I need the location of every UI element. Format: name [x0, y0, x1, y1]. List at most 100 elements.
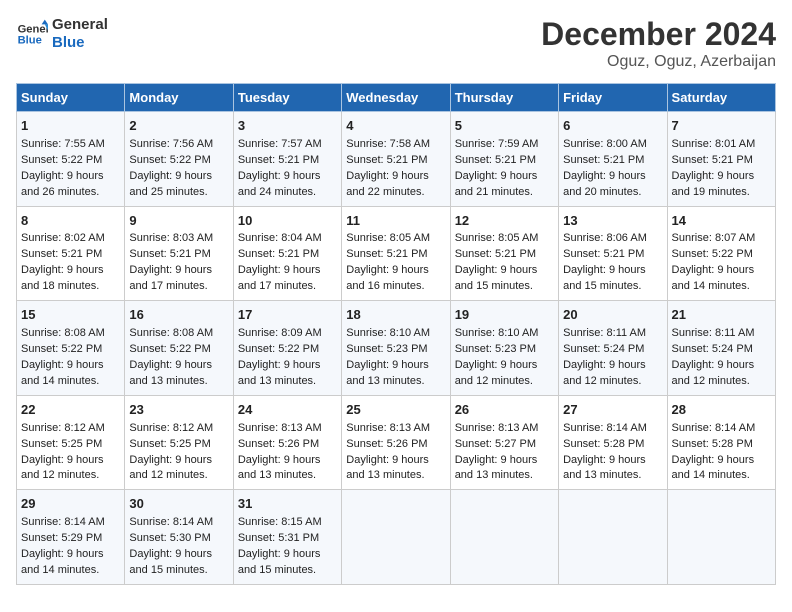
- sunset-label: Sunset: 5:25 PM: [21, 438, 102, 450]
- day-number: 21: [672, 306, 771, 325]
- sunset-label: Sunset: 5:21 PM: [129, 248, 210, 260]
- calendar-title: December 2024: [541, 16, 776, 53]
- day-number: 24: [238, 401, 337, 420]
- day-cell-9: 9Sunrise: 8:03 AMSunset: 5:21 PMDaylight…: [125, 206, 233, 301]
- day-number: 9: [129, 212, 228, 231]
- daylight-label: Daylight: 9 hours and 13 minutes.: [238, 359, 321, 387]
- day-cell-23: 23Sunrise: 8:12 AMSunset: 5:25 PMDayligh…: [125, 395, 233, 490]
- col-friday: Friday: [559, 84, 667, 112]
- daylight-label: Daylight: 9 hours and 14 minutes.: [21, 548, 104, 576]
- daylight-label: Daylight: 9 hours and 19 minutes.: [672, 170, 755, 198]
- day-number: 19: [455, 306, 554, 325]
- day-number: 17: [238, 306, 337, 325]
- sunset-label: Sunset: 5:21 PM: [238, 248, 319, 260]
- sunrise-label: Sunrise: 8:12 AM: [21, 422, 105, 434]
- sunset-label: Sunset: 5:21 PM: [672, 154, 753, 166]
- daylight-label: Daylight: 9 hours and 13 minutes.: [238, 454, 321, 482]
- daylight-label: Daylight: 9 hours and 13 minutes.: [563, 454, 646, 482]
- day-number: 8: [21, 212, 120, 231]
- sunset-label: Sunset: 5:26 PM: [238, 438, 319, 450]
- daylight-label: Daylight: 9 hours and 25 minutes.: [129, 170, 212, 198]
- sunrise-label: Sunrise: 8:15 AM: [238, 516, 322, 528]
- sunset-label: Sunset: 5:24 PM: [563, 343, 644, 355]
- calendar-table: Sunday Monday Tuesday Wednesday Thursday…: [16, 83, 776, 585]
- daylight-label: Daylight: 9 hours and 15 minutes.: [563, 264, 646, 292]
- daylight-label: Daylight: 9 hours and 22 minutes.: [346, 170, 429, 198]
- sunrise-label: Sunrise: 8:07 AM: [672, 232, 756, 244]
- day-number: 23: [129, 401, 228, 420]
- day-number: 2: [129, 117, 228, 136]
- day-cell-30: 30Sunrise: 8:14 AMSunset: 5:30 PMDayligh…: [125, 490, 233, 585]
- daylight-label: Daylight: 9 hours and 18 minutes.: [21, 264, 104, 292]
- day-number: 16: [129, 306, 228, 325]
- daylight-label: Daylight: 9 hours and 12 minutes.: [129, 454, 212, 482]
- col-sunday: Sunday: [17, 84, 125, 112]
- logo: General Blue General Blue: [16, 16, 108, 52]
- header-row: Sunday Monday Tuesday Wednesday Thursday…: [17, 84, 776, 112]
- sunset-label: Sunset: 5:21 PM: [563, 248, 644, 260]
- daylight-label: Daylight: 9 hours and 26 minutes.: [21, 170, 104, 198]
- calendar-body: 1 Sunrise: 7:55 AM Sunset: 5:22 PM Daylight…: [17, 112, 776, 585]
- empty-cell: [667, 490, 775, 585]
- col-thursday: Thursday: [450, 84, 558, 112]
- daylight-label: Daylight: 9 hours and 15 minutes.: [129, 548, 212, 576]
- sunrise-label: Sunrise: 8:02 AM: [21, 232, 105, 244]
- day-number: 22: [21, 401, 120, 420]
- sunrise-label: Sunrise: 7:55 AM: [21, 138, 105, 150]
- col-tuesday: Tuesday: [233, 84, 341, 112]
- day-number: 29: [21, 495, 120, 514]
- day-number: 20: [563, 306, 662, 325]
- sunrise-label: Sunrise: 8:11 AM: [672, 327, 755, 339]
- day-number: 12: [455, 212, 554, 231]
- daylight-label: Daylight: 9 hours and 16 minutes.: [346, 264, 429, 292]
- sunrise-label: Sunrise: 8:10 AM: [455, 327, 539, 339]
- daylight-label: Daylight: 9 hours and 12 minutes.: [563, 359, 646, 387]
- sunset-label: Sunset: 5:25 PM: [129, 438, 210, 450]
- sunset-label: Sunset: 5:21 PM: [563, 154, 644, 166]
- day-cell-15: 15Sunrise: 8:08 AMSunset: 5:22 PMDayligh…: [17, 301, 125, 396]
- sunset-label: Sunset: 5:22 PM: [21, 154, 102, 166]
- day-cell-26: 26Sunrise: 8:13 AMSunset: 5:27 PMDayligh…: [450, 395, 558, 490]
- daylight-label: Daylight: 9 hours and 12 minutes.: [672, 359, 755, 387]
- sunrise-label: Sunrise: 8:11 AM: [563, 327, 646, 339]
- page-header: General Blue General Blue December 2024 …: [16, 16, 776, 71]
- sunrise-label: Sunrise: 8:14 AM: [563, 422, 647, 434]
- day-cell-18: 18Sunrise: 8:10 AMSunset: 5:23 PMDayligh…: [342, 301, 450, 396]
- sunrise-label: Sunrise: 8:13 AM: [346, 422, 430, 434]
- daylight-label: Daylight: 9 hours and 12 minutes.: [21, 454, 104, 482]
- day-cell-7: 7Sunrise: 8:01 AMSunset: 5:21 PMDaylight…: [667, 112, 775, 207]
- sunrise-label: Sunrise: 8:10 AM: [346, 327, 430, 339]
- sunset-label: Sunset: 5:30 PM: [129, 532, 210, 544]
- daylight-label: Daylight: 9 hours and 12 minutes.: [455, 359, 538, 387]
- sunset-label: Sunset: 5:22 PM: [672, 248, 753, 260]
- day-number: 25: [346, 401, 445, 420]
- empty-cell: [559, 490, 667, 585]
- day-number: 31: [238, 495, 337, 514]
- sunrise-label: Sunrise: 8:01 AM: [672, 138, 756, 150]
- day-cell-5: 5Sunrise: 7:59 AMSunset: 5:21 PMDaylight…: [450, 112, 558, 207]
- daylight-label: Daylight: 9 hours and 13 minutes.: [455, 454, 538, 482]
- sunrise-label: Sunrise: 8:04 AM: [238, 232, 322, 244]
- sunrise-label: Sunrise: 7:59 AM: [455, 138, 539, 150]
- sunrise-label: Sunrise: 8:09 AM: [238, 327, 322, 339]
- day-number: 3: [238, 117, 337, 136]
- day-cell-14: 14Sunrise: 8:07 AMSunset: 5:22 PMDayligh…: [667, 206, 775, 301]
- col-monday: Monday: [125, 84, 233, 112]
- day-cell-11: 11Sunrise: 8:05 AMSunset: 5:21 PMDayligh…: [342, 206, 450, 301]
- day-number: 5: [455, 117, 554, 136]
- day-cell-2: 2Sunrise: 7:56 AMSunset: 5:22 PMDaylight…: [125, 112, 233, 207]
- day-number: 30: [129, 495, 228, 514]
- day-cell-13: 13Sunrise: 8:06 AMSunset: 5:21 PMDayligh…: [559, 206, 667, 301]
- daylight-label: Daylight: 9 hours and 14 minutes.: [672, 264, 755, 292]
- day-number: 1: [21, 117, 120, 136]
- day-cell-3: 3Sunrise: 7:57 AMSunset: 5:21 PMDaylight…: [233, 112, 341, 207]
- day-cell-24: 24Sunrise: 8:13 AMSunset: 5:26 PMDayligh…: [233, 395, 341, 490]
- daylight-label: Daylight: 9 hours and 14 minutes.: [672, 454, 755, 482]
- sunset-label: Sunset: 5:28 PM: [563, 438, 644, 450]
- logo-icon: General Blue: [16, 18, 48, 50]
- day-cell-6: 6Sunrise: 8:00 AMSunset: 5:21 PMDaylight…: [559, 112, 667, 207]
- day-cell-1: 1 Sunrise: 7:55 AM Sunset: 5:22 PM Daylight…: [17, 112, 125, 207]
- sunrise-label: Sunrise: 8:08 AM: [129, 327, 213, 339]
- logo-blue: Blue: [52, 34, 108, 52]
- day-cell-25: 25Sunrise: 8:13 AMSunset: 5:26 PMDayligh…: [342, 395, 450, 490]
